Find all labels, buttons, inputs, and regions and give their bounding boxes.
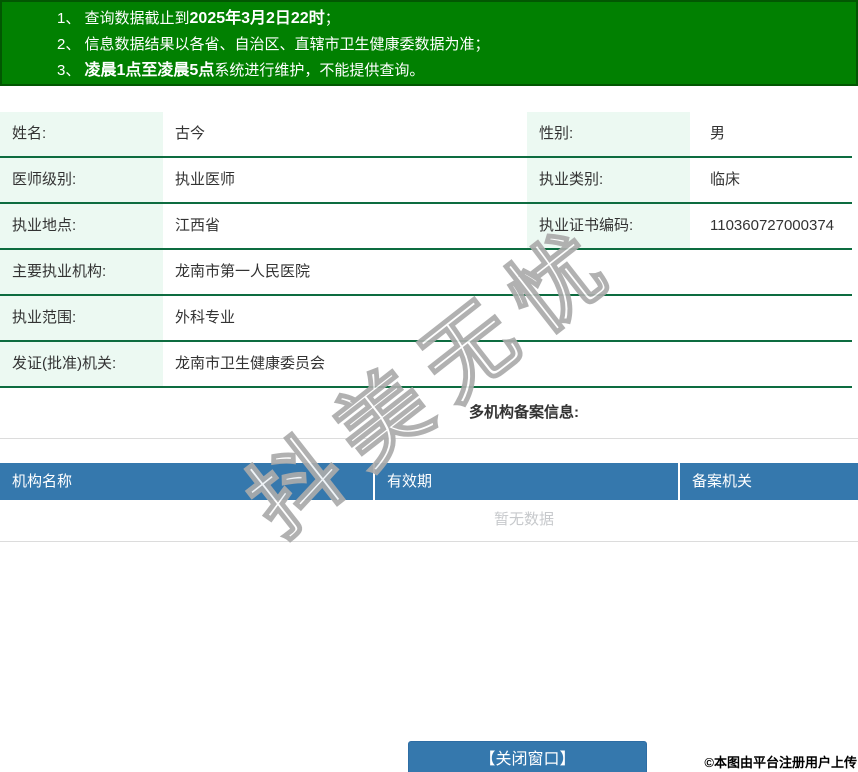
column-filing-authority: 备案机关 [692,473,753,490]
close-window-button[interactable]: 【关闭窗口】 [408,741,647,772]
info-row-location-certno: 执业地点: 江西省 执业证书编码: 110360727000374 [0,204,852,250]
info-row-main-institution: 主要执业机构: 龙南市第一人民医院 [0,250,852,296]
no-data-placeholder: 暂无数据 [0,500,858,542]
name-value: 古今 [175,125,206,142]
license-query-result-page: { "notice": { "items": [ { "prefix": "1、… [0,0,858,772]
practice-location-value: 江西省 [175,217,221,234]
multi-institution-section-title: 多机构备案信息: [0,388,858,439]
gender-value: 男 [710,125,726,142]
column-institution-name: 机构名称 [0,463,375,500]
filing-table-header: 机构名称 有效期 备案机关 [0,463,858,500]
main-institution-label: 主要执业机构: [0,250,163,294]
notice-banner: 1、 查询数据截止到2025年3月2日22时； 2、 信息数据结果以各省、自治区… [0,0,858,86]
main-institution-value: 龙南市第一人民医院 [175,263,311,280]
practice-scope-value: 外科专业 [175,309,236,326]
doctor-level-value: 执业医师 [175,171,236,188]
practice-location-label: 执业地点: [0,204,163,248]
practice-category-value: 临床 [710,171,741,188]
certificate-number-label: 执业证书编码: [527,204,690,248]
certificate-number-value: 110360727000374 [710,217,835,234]
practice-category-label: 执业类别: [527,158,690,202]
notice-line-2: 2、 信息数据结果以各省、自治区、直辖市卫生健康委数据为准； [57,36,490,53]
name-label: 姓名: [0,112,163,156]
info-row-level-category: 医师级别: 执业医师 执业类别: 临床 [0,158,852,204]
gender-label: 性别: [527,112,690,156]
practitioner-info-table: 姓名: 古今 性别: 男 医师级别: 执业医师 执业类别: 临床 执业地点: 江… [0,112,852,388]
info-row-name-gender: 姓名: 古今 性别: 男 [0,112,852,158]
notice-line-1: 1、 查询数据截止到2025年3月2日22时； [57,10,340,27]
issuing-authority-value: 龙南市卫生健康委员会 [175,355,326,372]
info-row-issuing-authority: 发证(批准)机关: 龙南市卫生健康委员会 [0,342,852,388]
doctor-level-label: 医师级别: [0,158,163,202]
info-row-practice-scope: 执业范围: 外科专业 [0,296,852,342]
copyright-stamp: ©本图由平台注册用户上传 [704,755,857,770]
column-validity-period: 有效期 [375,463,680,500]
practice-scope-label: 执业范围: [0,296,163,340]
notice-line-3: 3、 凌晨1点至凌晨5点系统进行维护，不能提供查询。 [57,62,425,79]
issuing-authority-label: 发证(批准)机关: [0,342,163,386]
